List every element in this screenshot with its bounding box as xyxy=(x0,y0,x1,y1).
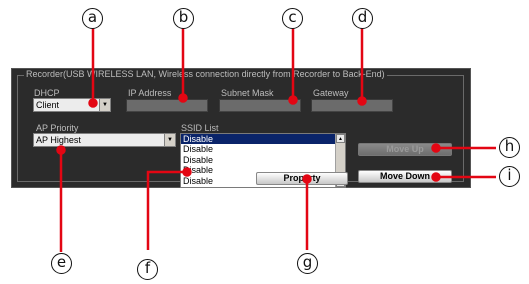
callout-a: a xyxy=(82,8,103,29)
callout-c: c xyxy=(282,8,303,29)
callout-leader-lines xyxy=(56,27,496,252)
callout-d: d xyxy=(352,8,373,29)
callout-h: h xyxy=(499,137,520,158)
callout-b: b xyxy=(173,8,194,29)
callout-i: i xyxy=(499,166,520,187)
callout-g: g xyxy=(297,253,318,274)
callout-f: f xyxy=(137,259,158,280)
callout-e: e xyxy=(51,253,72,274)
